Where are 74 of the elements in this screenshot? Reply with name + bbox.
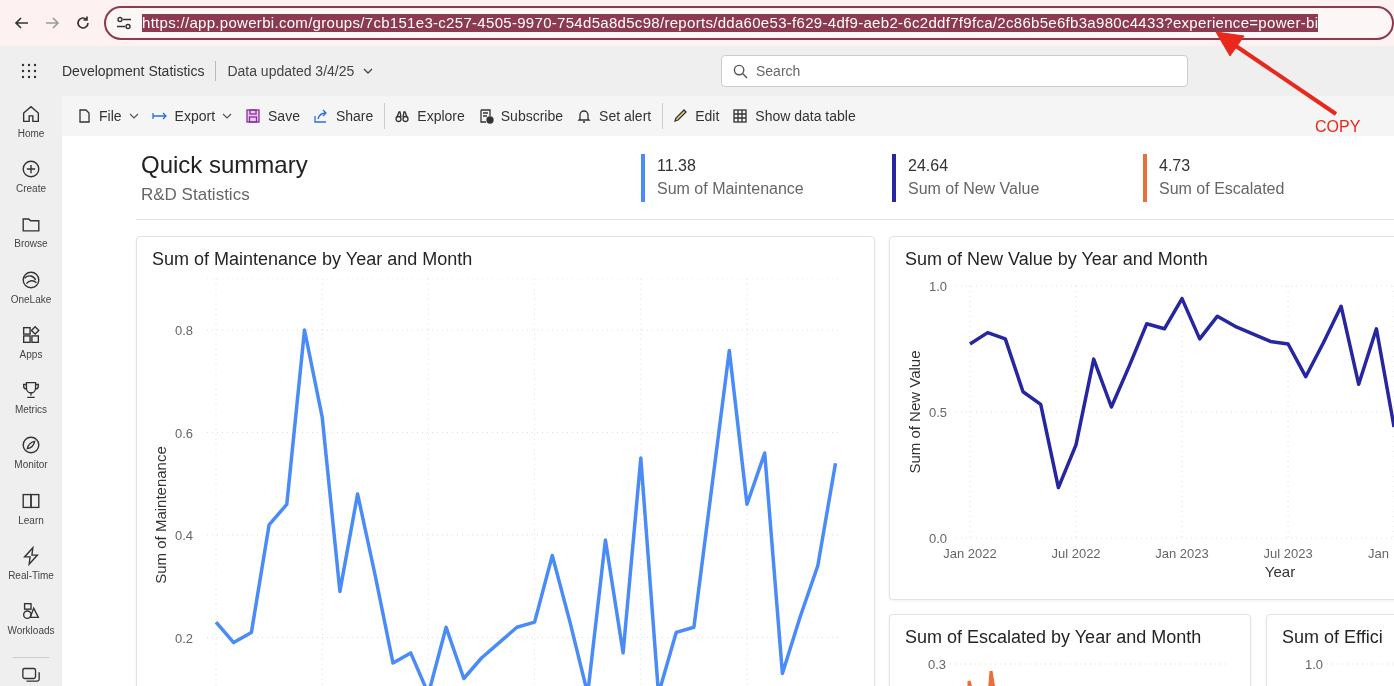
sidebar-item[interactable]: Browse — [0, 213, 62, 269]
pencil-icon — [672, 108, 689, 124]
chart-title: Sum of New Value by Year and Month — [904, 248, 1209, 271]
sidebar-item[interactable]: Apps — [0, 323, 62, 380]
kpi-label: Sum of New Value — [908, 180, 1040, 198]
x-tick-label: Jan — [1368, 546, 1390, 561]
kpi-value: 4.73 — [1159, 157, 1192, 175]
x-tick-label: Jul 2023 — [1263, 546, 1313, 561]
lightning-icon — [20, 544, 42, 567]
y-tick-label: 0.5 — [928, 405, 947, 420]
address-bar[interactable]: https://app.powerbi.com/groups/7cb151e3-c257-4505-9970-754d5a8d5c98/reports/dda60e53-f629-4df9-aeb2-6c2ddf7f9fca/2c86b5e6fb3a980c4433?experience=power-bi — [104, 6, 1394, 40]
toolbar-button[interactable]: File — [71, 104, 144, 128]
sidebar-item[interactable]: Workloads — [0, 600, 62, 656]
chart-title: Sum of Maintenance by Year and Month — [151, 248, 474, 270]
site-settings-icon[interactable] — [116, 16, 132, 30]
sidebar-item[interactable]: Learn — [0, 489, 62, 545]
sidebar-item[interactable]: Home — [0, 103, 62, 159]
binoculars-icon — [394, 108, 411, 124]
chart-title: Sum of Escalated by Year and Month — [904, 626, 1203, 649]
toolbar-button[interactable]: Export — [146, 104, 238, 128]
toolbar-button[interactable]: Show data table — [727, 104, 861, 128]
save-icon — [245, 108, 262, 124]
y-tick-label: 0.2 — [174, 630, 193, 646]
y-tick-label: 1.0 — [928, 279, 947, 294]
toolbar-button[interactable]: Subscribe — [472, 104, 569, 128]
report-title: Quick summary — [141, 150, 309, 179]
sidebar-item[interactable]: Monitor — [0, 434, 62, 490]
chevron-down-icon — [128, 113, 139, 119]
home-icon — [20, 103, 42, 125]
app-launcher-icon[interactable] — [21, 63, 37, 79]
data-updated-dropdown[interactable]: Data updated 3/4/25 — [227, 63, 375, 79]
chevron-down-icon — [362, 67, 375, 75]
y-tick-label: 1.0 — [1304, 657, 1323, 672]
toolbar-button[interactable]: Share — [307, 104, 379, 128]
table-icon — [732, 108, 749, 124]
x-tick-label: Jul 2022 — [1051, 546, 1101, 561]
share-icon — [312, 108, 329, 124]
kpi-label: Sum of Maintenance — [657, 180, 804, 198]
y-axis-label: Sum of New Value — [906, 350, 923, 474]
x-tick-label: Jan 2023 — [1155, 546, 1209, 561]
annotation-label: COPY — [1315, 118, 1361, 136]
sidebar-item[interactable]: Create — [0, 158, 62, 214]
apps-icon — [20, 323, 42, 346]
subscribe-icon — [477, 108, 494, 124]
document-icon — [76, 108, 92, 124]
forward-arrow-icon — [44, 15, 61, 31]
toolbar-button[interactable]: Save — [240, 104, 305, 128]
y-axis-label: Sum of Maintenance — [152, 446, 169, 584]
kpi-label: Sum of Escalated — [1159, 180, 1285, 198]
chart-title: Sum of Effici — [1281, 626, 1384, 649]
y-tick-label: 0.8 — [174, 323, 193, 338]
toolbar-button[interactable]: Edit — [667, 104, 725, 128]
toolbar-button[interactable]: Set alert — [571, 104, 657, 128]
sidebar-item[interactable]: Real-Time — [0, 544, 62, 601]
kpi-value: 11.38 — [657, 157, 697, 175]
x-axis-label: Year — [1264, 563, 1296, 580]
kpi-value: 24.64 — [908, 157, 950, 175]
reload-icon — [74, 15, 91, 31]
y-tick-label: 0.4 — [174, 528, 193, 543]
y-tick-label: 0.0 — [928, 531, 947, 546]
report-name: Development Statistics — [62, 63, 205, 79]
bell-icon — [576, 108, 593, 124]
search-field[interactable]: Search — [721, 55, 1188, 87]
toolbar-button[interactable]: Explore — [389, 104, 470, 128]
sidebar-item[interactable]: Metrics — [0, 379, 62, 435]
line-series — [967, 669, 997, 686]
search-icon — [733, 64, 748, 79]
sidebar-item[interactable]: OneLake — [0, 268, 62, 324]
y-tick-label: 0.6 — [174, 425, 193, 441]
y-tick-label: 0.3 — [927, 657, 946, 672]
x-tick-label: Jan 2022 — [943, 546, 997, 561]
chevron-down-icon — [222, 113, 233, 119]
report-subtitle: R&D Statistics — [141, 184, 251, 205]
back-arrow-icon — [14, 15, 31, 31]
